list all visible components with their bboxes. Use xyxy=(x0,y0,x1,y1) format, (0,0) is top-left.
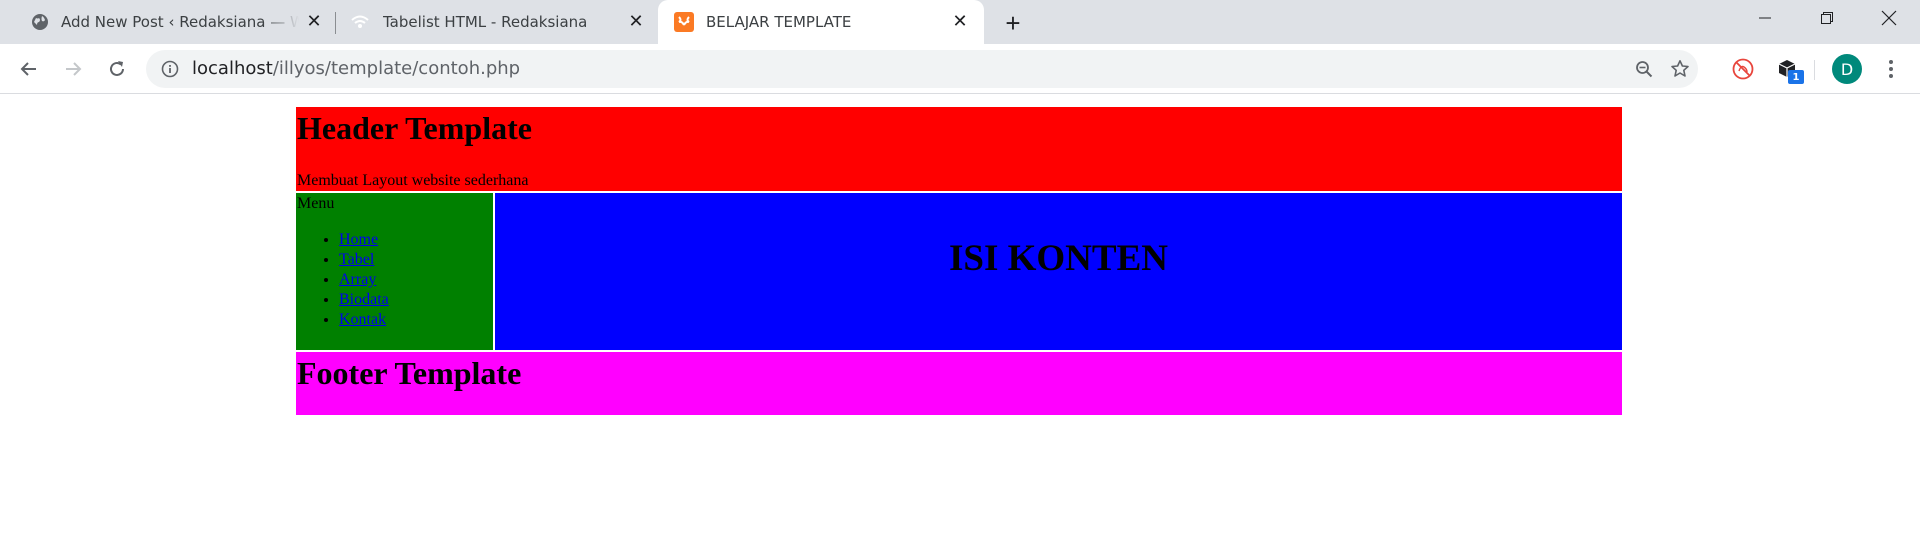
close-window-button[interactable] xyxy=(1859,0,1919,36)
globe-icon xyxy=(30,12,50,32)
profile-avatar[interactable]: D xyxy=(1832,54,1862,84)
footer-section: Footer Template xyxy=(296,352,1622,415)
xampp-icon xyxy=(674,12,694,32)
reload-icon xyxy=(110,61,124,76)
menu-link-home[interactable]: Home xyxy=(339,231,378,248)
tab-title: Add New Post ‹ Redaksiana — WordPress xyxy=(61,13,299,31)
sidebar-menu: Menu Home Tabel Array Biodata Kontak xyxy=(296,193,493,350)
header-section: Header Template Membuat Layout website s… xyxy=(296,107,1622,191)
menu-item-array: Array xyxy=(339,270,389,290)
kebab-menu-icon xyxy=(1889,60,1893,78)
url-path: /illyos/template/contoh.php xyxy=(272,58,521,79)
menu-link-tabel[interactable]: Tabel xyxy=(339,251,374,268)
minimize-button[interactable] xyxy=(1735,0,1795,36)
menu-item-kontak: Kontak xyxy=(339,310,389,330)
bookmark-star-icon[interactable] xyxy=(1669,58,1691,80)
tab-tabelist-html[interactable]: Tabelist HTML - Redaksiana ✕ xyxy=(336,0,658,44)
arrow-left-icon xyxy=(20,62,36,76)
menu-link-kontak[interactable]: Kontak xyxy=(339,311,386,328)
close-tab-icon[interactable]: ✕ xyxy=(304,12,324,32)
web-page: Header Template Membuat Layout website s… xyxy=(0,95,1920,546)
toolbar-separator xyxy=(1814,60,1815,80)
menu-item-tabel: Tabel xyxy=(339,250,389,270)
tab-strip: Add New Post ‹ Redaksiana — WordPress ✕ … xyxy=(0,0,1920,44)
reload-button[interactable] xyxy=(102,54,132,84)
url-host: localhost xyxy=(192,58,273,79)
wifi-icon xyxy=(350,12,370,32)
extension-blocker-icon[interactable] xyxy=(1730,56,1756,82)
header-title: Header Template xyxy=(297,110,532,146)
new-tab-button[interactable]: + xyxy=(1000,10,1026,36)
content-title: ISI KONTEN xyxy=(949,238,1168,279)
arrow-right-icon xyxy=(66,62,82,76)
close-icon xyxy=(1881,10,1897,26)
menu-link-array[interactable]: Array xyxy=(339,271,376,288)
info-icon[interactable] xyxy=(160,59,180,79)
menu-link-biodata[interactable]: Biodata xyxy=(339,291,389,308)
browser-menu-button[interactable] xyxy=(1878,56,1904,82)
restore-icon xyxy=(1821,12,1833,24)
tab-belajar-template[interactable]: BELAJAR TEMPLATE ✕ xyxy=(658,0,984,44)
content-section: ISI KONTEN xyxy=(495,193,1622,350)
browser-toolbar: localhost/illyos/template/contoh.php 1 D xyxy=(0,44,1920,94)
url-text[interactable]: localhost/illyos/template/contoh.php xyxy=(192,50,520,88)
zoom-out-icon[interactable] xyxy=(1634,59,1654,79)
forward-button[interactable] xyxy=(58,54,88,84)
footer-title: Footer Template xyxy=(297,355,522,391)
tab-title: Tabelist HTML - Redaksiana xyxy=(383,13,588,31)
extension-box-icon[interactable]: 1 xyxy=(1774,56,1804,84)
menu-list: Home Tabel Array Biodata Kontak xyxy=(296,230,389,330)
menu-item-biodata: Biodata xyxy=(339,290,389,310)
header-subtitle: Membuat Layout website sederhana xyxy=(297,172,529,189)
layout-table: Header Template Membuat Layout website s… xyxy=(294,105,1624,417)
tab-title: BELAJAR TEMPLATE xyxy=(706,13,852,31)
back-button[interactable] xyxy=(14,54,44,84)
close-tab-icon[interactable]: ✕ xyxy=(626,12,646,32)
extension-badge: 1 xyxy=(1788,70,1804,84)
menu-title: Menu xyxy=(297,195,335,212)
restore-button[interactable] xyxy=(1797,0,1857,36)
minimize-icon xyxy=(1759,17,1771,19)
tab-add-new-post[interactable]: Add New Post ‹ Redaksiana — WordPress ✕ xyxy=(0,0,334,44)
menu-item-home: Home xyxy=(339,230,389,250)
address-bar[interactable]: localhost/illyos/template/contoh.php xyxy=(146,50,1698,88)
close-tab-icon[interactable]: ✕ xyxy=(950,12,970,32)
